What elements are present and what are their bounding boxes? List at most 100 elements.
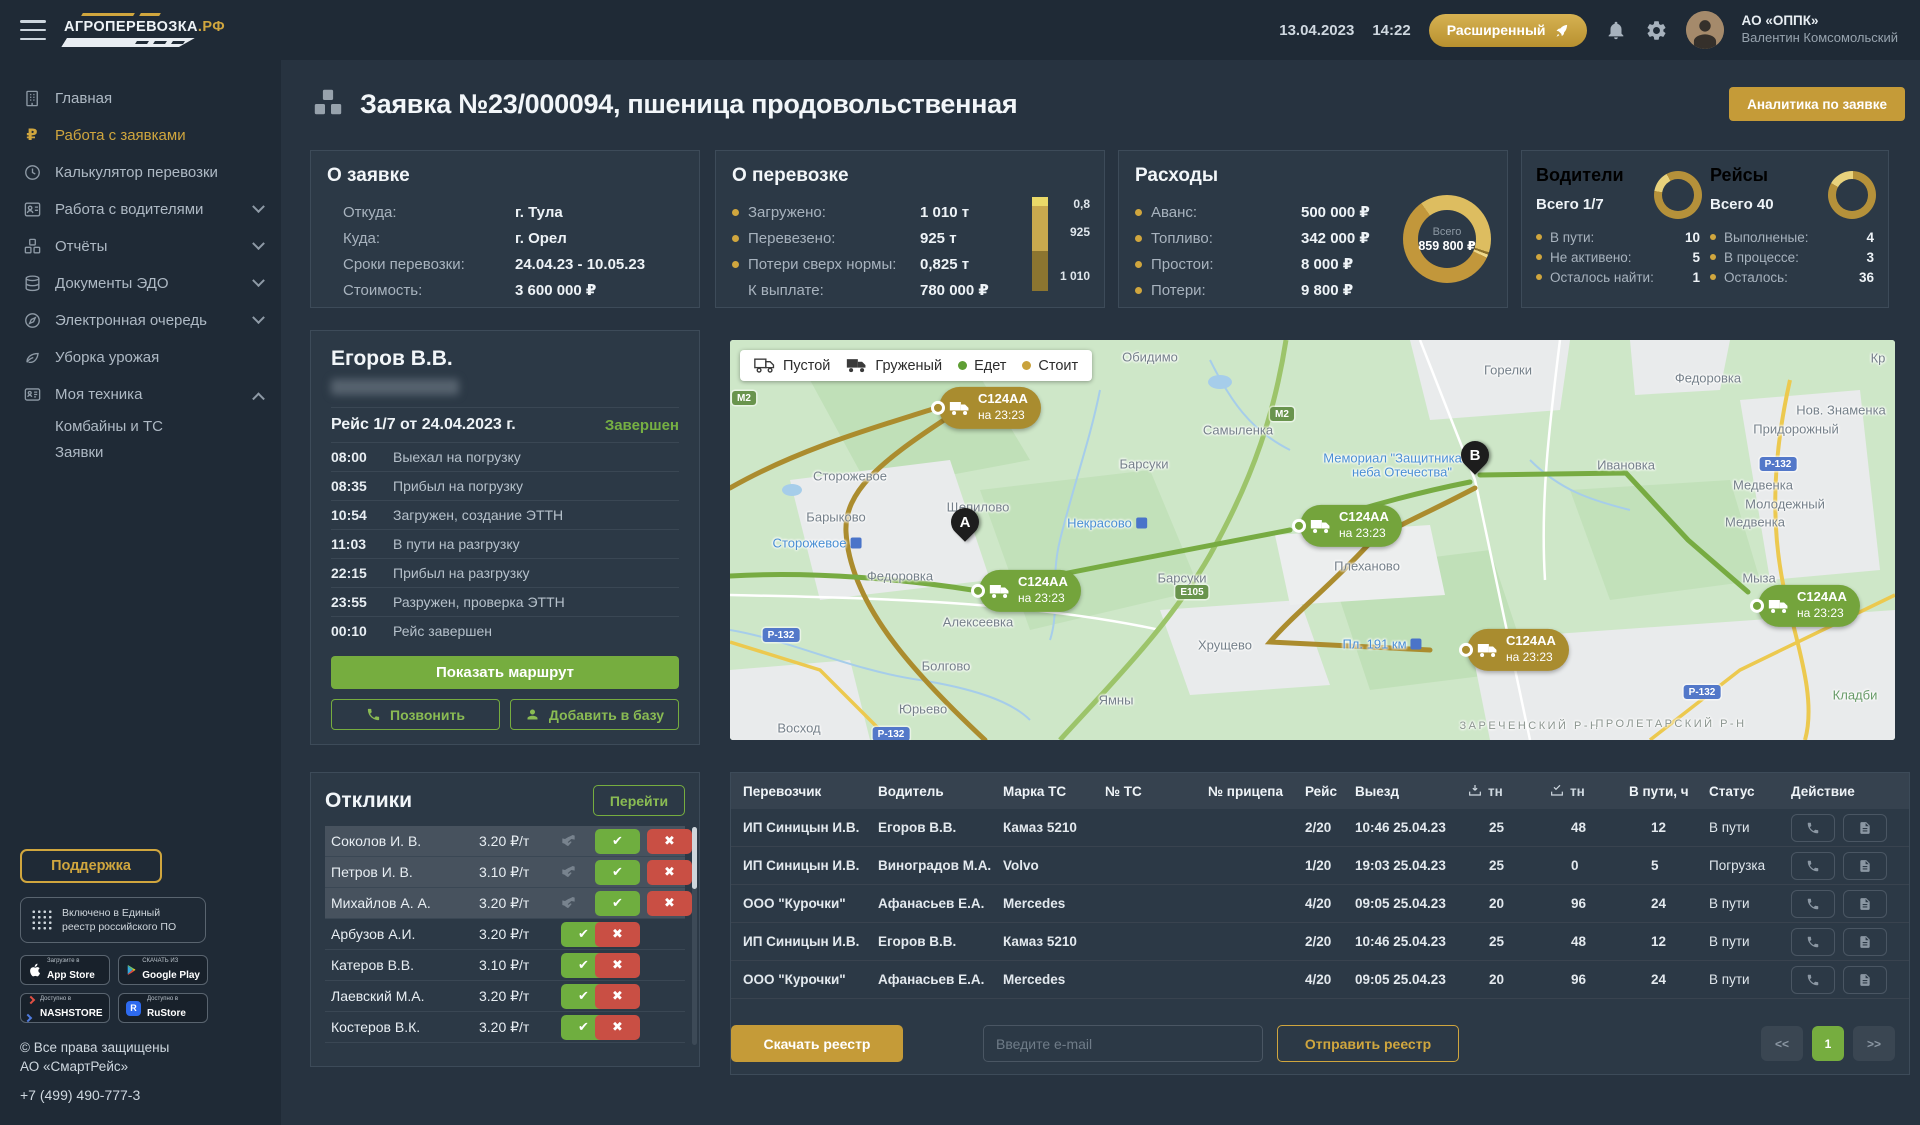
map-place-label: Обидимо — [1122, 349, 1178, 365]
compass-icon — [22, 311, 42, 330]
truck-marker[interactable]: C124AA на 23:23 — [1467, 628, 1569, 672]
sidebar-item-requests[interactable]: ₽ Работа с заявками — [0, 117, 281, 154]
user-block[interactable]: АО «ОППК» Валентин Комсомольский — [1742, 13, 1898, 46]
map-place-label: Мемориал "Защитникам — [1323, 450, 1471, 466]
accept-response-button[interactable]: ✔ — [595, 828, 640, 854]
call-driver-button[interactable] — [1791, 813, 1835, 842]
call-driver-button[interactable] — [1791, 965, 1835, 994]
pagination-current-page[interactable]: 1 — [1812, 1026, 1844, 1061]
response-row: Михайлов А. А. 3.20 ₽/т ✔ ✖ — [325, 888, 692, 919]
show-route-button[interactable]: Показать маршрут — [331, 656, 679, 689]
chevron-down-icon — [252, 200, 265, 214]
sidebar-item-my-equipment[interactable]: Моя техника — [0, 376, 281, 413]
truck-marker[interactable]: C124AA на 23:23 — [1300, 504, 1402, 548]
reject-response-button[interactable]: ✖ — [647, 890, 692, 916]
documents-button[interactable] — [1843, 965, 1887, 994]
reject-response-button[interactable]: ✖ — [595, 952, 640, 978]
registry-badge[interactable]: Включено в Единый реестр российского ПО — [20, 896, 206, 944]
user-name: Валентин Комсомольский — [1741, 30, 1898, 46]
sidebar-item-home[interactable]: Главная — [0, 80, 281, 117]
sidebar-item-calculator[interactable]: Калькулятор перевозки — [0, 154, 281, 191]
map[interactable]: Пустой Груженый Едет Стоит Обидимо Горелк… — [730, 340, 1895, 740]
page-header: Заявка №23/000094, пшеница продовольстве… — [310, 78, 1905, 130]
map-place-label: Ямны — [1098, 692, 1134, 708]
map-place-label: Придорожный — [1753, 421, 1839, 437]
sidebar-item-edo-documents[interactable]: Документы ЭДО — [0, 265, 281, 302]
responses-scrollbar[interactable] — [692, 827, 697, 1045]
avatar[interactable] — [1685, 11, 1724, 49]
call-button[interactable]: Позвонить — [331, 699, 500, 730]
menu-toggle-button[interactable] — [20, 20, 46, 40]
pagination-next-button[interactable]: >> — [1853, 1026, 1895, 1061]
expenses-donut-chart: Всего 859 800 ₽ — [1403, 195, 1491, 283]
download-registry-button[interactable]: Скачать реестр — [731, 1025, 903, 1062]
documents-button[interactable] — [1843, 927, 1887, 956]
truck-marker[interactable]: C124AA на 23:23 — [979, 569, 1081, 613]
road-badge: М2 — [1270, 407, 1294, 421]
map-place-label: Юрьево — [898, 701, 948, 717]
reject-response-button[interactable]: ✖ — [647, 828, 692, 854]
notifications-bell-icon[interactable] — [1605, 19, 1627, 41]
map-place-label: Барыково — [806, 509, 866, 525]
email-input[interactable] — [983, 1025, 1263, 1062]
clock-icon — [22, 163, 42, 182]
driver-panel: Егоров В.В. Рейс 1/7 от 24.04.2023 г. За… — [310, 330, 700, 745]
sidebar-subitem-combines[interactable]: Комбайны и ТС — [55, 413, 281, 439]
sidebar-item-harvest[interactable]: Уборка урожая — [0, 339, 281, 376]
support-phone[interactable]: +7 (499) 490-777-3 — [20, 1087, 220, 1103]
document-icon — [1860, 935, 1870, 948]
timeline-row: 10:54 Загружен, создание ЭТТН — [331, 500, 679, 529]
map-place-label: ПРОЛЕТАРСКИЙ Р-Н — [1595, 718, 1747, 730]
send-registry-button[interactable]: Отправить реестр — [1277, 1025, 1459, 1062]
map-place-label: Горелки — [1484, 362, 1532, 378]
analytics-button[interactable]: Аналитика по заявке — [1729, 87, 1905, 121]
nashstore-badge[interactable]: Доступно в NASHSTORE — [20, 993, 110, 1024]
reject-response-button[interactable]: ✖ — [647, 859, 692, 885]
call-driver-button[interactable] — [1791, 927, 1835, 956]
add-to-base-button[interactable]: Добавить в базу — [510, 699, 679, 730]
google-play-badge[interactable]: СКАЧАТЬ ИЗ Google Play — [118, 955, 208, 986]
expenses-card: Расходы Аванс: 500 000 ₽ Топливо: 342 000 … — [1118, 150, 1508, 308]
timeline-row: 08:35 Прибыл на погрузку — [331, 471, 679, 500]
plan-badge-button[interactable]: Расширенный — [1428, 13, 1587, 47]
go-to-responses-button[interactable]: Перейти — [593, 785, 685, 816]
brand-logo[interactable]: АГРОПЕРЕВОЗКА.РФ — [64, 13, 239, 47]
driver-card-icon — [22, 200, 42, 219]
accept-response-button[interactable]: ✔ — [595, 859, 640, 885]
sidebar-item-queue[interactable]: Электронная очередь — [0, 302, 281, 339]
legend-empty-truck: Пустой — [754, 357, 830, 374]
truck-marker[interactable]: C124AA на 23:23 — [1758, 584, 1860, 628]
card-title: О перевозке — [732, 165, 849, 186]
unload-tons-header: тн — [1549, 783, 1629, 799]
topbar: АГРОПЕРЕВОЗКА.РФ 13.04.2023 14:22 Расшир… — [0, 0, 1920, 60]
driver-name: Егоров В.В. — [331, 347, 453, 370]
documents-button[interactable] — [1843, 813, 1887, 842]
sidebar-footer: Поддержка Включено в Единый реестр россий… — [20, 848, 220, 1103]
documents-button[interactable] — [1843, 889, 1887, 918]
sidebar-item-reports[interactable]: Отчёты — [0, 228, 281, 265]
accept-response-button[interactable]: ✔ — [595, 890, 640, 916]
settings-gear-icon[interactable] — [1645, 19, 1668, 42]
trips-summary: Рейсы Всего 40 Выполненые: 4 В процессе: 3… — [1710, 165, 1876, 285]
chevron-up-icon — [252, 392, 265, 406]
app-store-badge[interactable]: Загрузите в App Store — [20, 955, 110, 986]
truck-marker[interactable]: C124AA на 23:23 — [939, 386, 1041, 430]
call-driver-button[interactable] — [1791, 889, 1835, 918]
store-badges: Загрузите в App Store СКАЧАТЬ ИЗ Google Pl… — [20, 955, 220, 1024]
support-button[interactable]: Поддержка — [20, 848, 162, 883]
response-row: Соколов И. В. 3.20 ₽/т ✔ ✖ — [325, 826, 692, 857]
sidebar-subitem-requests[interactable]: Заявки — [55, 439, 281, 465]
sidebar-item-drivers[interactable]: Работа с водителями — [0, 191, 281, 228]
documents-button[interactable] — [1843, 851, 1887, 880]
pagination-prev-button[interactable]: << — [1761, 1026, 1803, 1061]
reject-response-button[interactable]: ✖ — [595, 983, 640, 1009]
map-place-label: Болгово — [921, 658, 971, 674]
call-driver-button[interactable] — [1791, 851, 1835, 880]
reject-response-button[interactable]: ✖ — [595, 921, 640, 947]
reject-response-button[interactable]: ✖ — [595, 1014, 640, 1040]
handshake-icon — [561, 895, 595, 911]
main-content: Заявка №23/000094, пшеница продовольстве… — [281, 60, 1920, 1125]
rustore-badge[interactable]: R Доступно в RuStore — [118, 993, 208, 1024]
table-row: ООО "Курочки" Афанасьев Е.А. Mercedes 4/… — [731, 961, 1909, 999]
truck-icon — [1310, 519, 1330, 533]
